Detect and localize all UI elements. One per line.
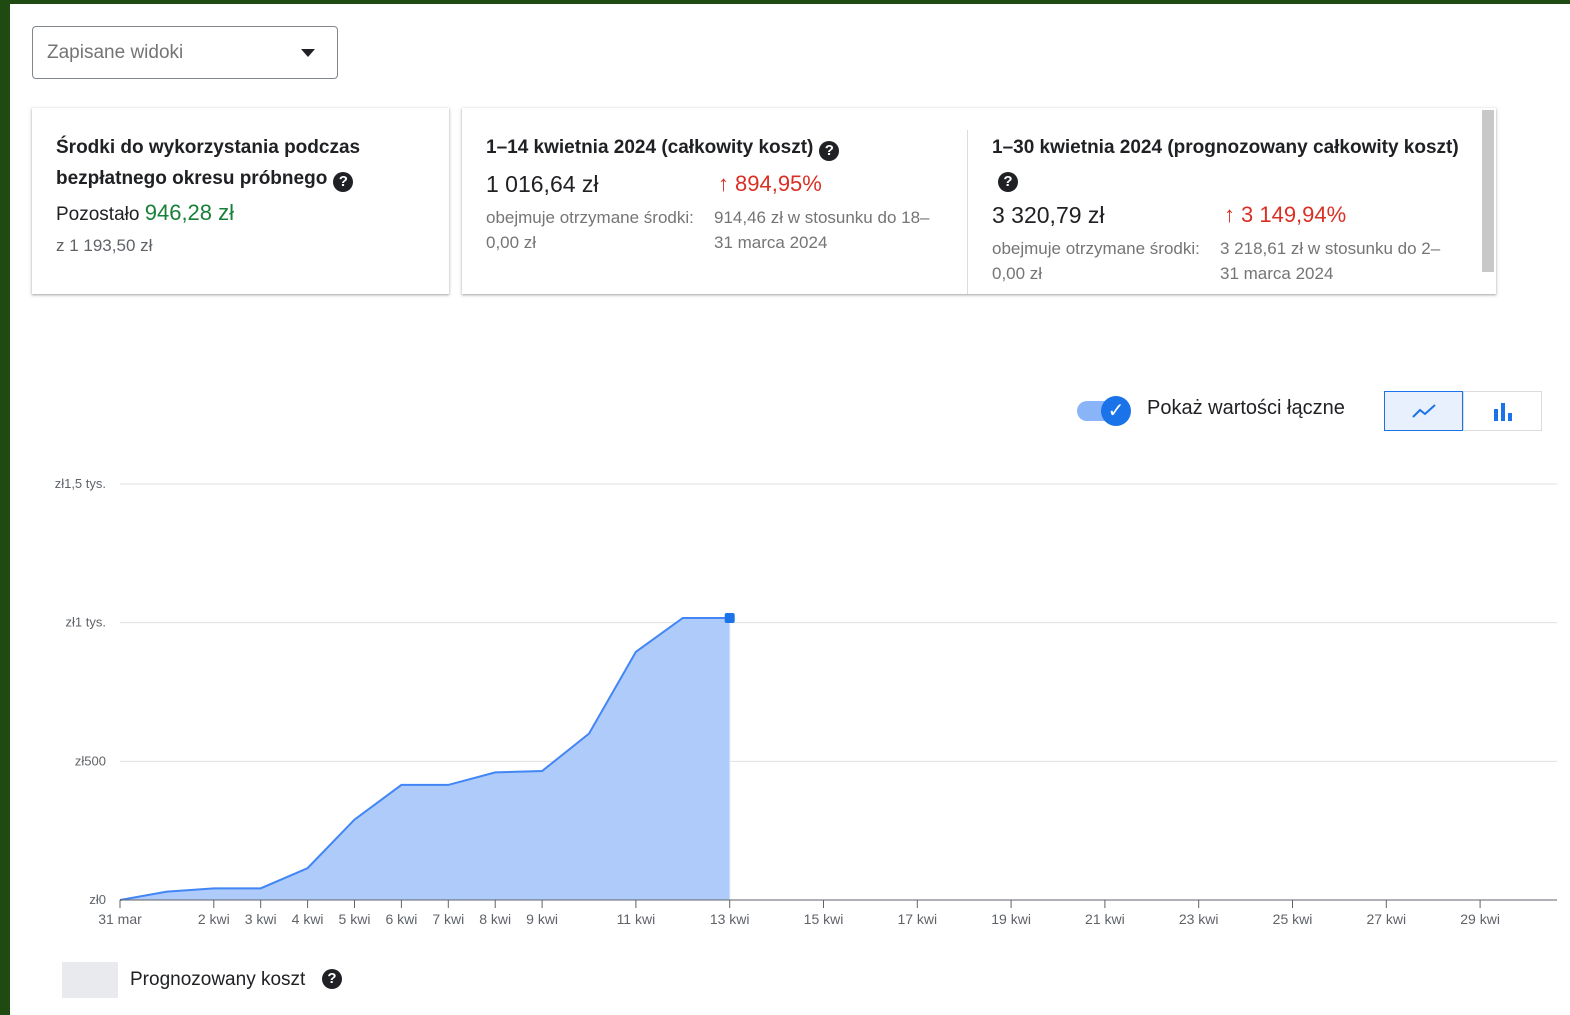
actual-cost-note: obejmuje otrzymane środki: 0,00 zł — [486, 208, 694, 252]
trial-credit-card: Środki do wykorzystania podczas bezpłatn… — [32, 108, 449, 294]
remaining-value: 946,28 zł — [144, 200, 235, 225]
help-icon[interactable]: ? — [998, 172, 1018, 192]
help-icon[interactable]: ? — [819, 141, 840, 161]
scrollbar[interactable] — [1482, 110, 1494, 272]
page: Zapisane widoki Środki do wykorzystania … — [10, 4, 1570, 1015]
forecast-cost-change: ↑ 3 149,94% — [1224, 202, 1346, 228]
cumulative-toggle-label: Pokaż wartości łączne — [1147, 397, 1345, 419]
x-tick-label: 13 kwi — [710, 911, 750, 927]
x-tick-label: 6 kwi — [385, 911, 417, 927]
forecast-cost-value: 3 320,79 zł — [992, 202, 1105, 228]
check-icon: ✓ — [1101, 396, 1131, 426]
x-tick-label: 17 kwi — [897, 911, 937, 927]
x-tick-label: 31 mar — [98, 911, 142, 927]
y-tick-label: zł0 — [89, 892, 106, 907]
actual-cost-metric: 1–14 kwietnia 2024 (całkowity koszt)? 1 … — [486, 132, 946, 257]
x-tick-label: 3 kwi — [245, 911, 277, 927]
actual-cost-title: 1–14 kwietnia 2024 (całkowity koszt)? — [486, 132, 946, 163]
legend-swatch — [62, 962, 118, 998]
x-tick-label: 7 kwi — [432, 911, 464, 927]
x-tick-label: 27 kwi — [1366, 911, 1406, 927]
x-tick-label: 15 kwi — [804, 911, 844, 927]
line-chart-icon — [1411, 404, 1436, 418]
forecast-cost-change-value: 3 149,94% — [1241, 202, 1347, 227]
y-tick-label: zł1,5 tys. — [55, 476, 106, 491]
x-tick-label: 23 kwi — [1179, 911, 1219, 927]
series-area — [120, 617, 730, 900]
help-icon[interactable]: ? — [322, 969, 342, 989]
cost-cards: 1–14 kwietnia 2024 (całkowity koszt)? 1 … — [462, 108, 1496, 294]
last-point-marker — [724, 612, 735, 623]
bar-view-button[interactable] — [1463, 391, 1542, 431]
x-tick-label: 21 kwi — [1085, 911, 1125, 927]
actual-cost-change-value: 894,95% — [735, 171, 822, 196]
x-tick-label: 25 kwi — [1273, 911, 1313, 927]
x-tick-label: 29 kwi — [1460, 911, 1500, 927]
remaining-label: Pozostało — [56, 204, 140, 225]
x-tick-label: 9 kwi — [526, 911, 558, 927]
cumulative-toggle[interactable]: ✓ — [1077, 396, 1133, 426]
forecast-cost-title: 1–30 kwietnia 2024 (prognozowany całkowi… — [992, 132, 1462, 194]
help-icon[interactable]: ? — [333, 172, 354, 192]
y-tick-label: zł1 tys. — [66, 615, 106, 630]
arrow-up-icon: ↑ — [718, 171, 729, 196]
forecast-cost-comparison: 3 218,61 zł w stosunku do 2–31 marca 202… — [1220, 239, 1441, 283]
line-view-button[interactable] — [1384, 391, 1463, 431]
x-tick-label: 19 kwi — [991, 911, 1031, 927]
actual-cost-comparison: 914,46 zł w stosunku do 18–31 marca 2024 — [714, 208, 930, 252]
x-tick-label: 5 kwi — [339, 911, 371, 927]
saved-views-dropdown[interactable]: Zapisane widoki — [32, 26, 338, 79]
trial-total: z 1 193,50 zł — [56, 236, 153, 255]
x-tick-label: 2 kwi — [198, 911, 230, 927]
x-tick-label: 8 kwi — [479, 911, 511, 927]
x-tick-label: 11 kwi — [617, 911, 656, 927]
actual-cost-title-text: 1–14 kwietnia 2024 (całkowity koszt) — [486, 137, 814, 158]
x-tick-label: 4 kwi — [292, 911, 324, 927]
cost-chart: zł0 zł500 zł1 tys. zł1,5 tys. 31 mar 2 kwi 3 k… — [55, 476, 1557, 927]
dropdown-arrow-icon — [301, 49, 315, 57]
trial-credit-title-text: Środki do wykorzystania podczas bezpłatn… — [56, 137, 361, 189]
actual-cost-value: 1 016,64 zł — [486, 171, 599, 197]
remaining-row: Pozostało 946,28 zł — [56, 200, 425, 226]
forecast-cost-title-text: 1–30 kwietnia 2024 (prognozowany całkowi… — [992, 137, 1459, 158]
chart-view-switch — [1384, 391, 1543, 431]
y-tick-label: zł500 — [75, 753, 106, 768]
arrow-up-icon: ↑ — [1224, 202, 1235, 227]
bar-chart-icon — [1493, 403, 1512, 421]
trial-credit-title: Środki do wykorzystania podczas bezpłatn… — [56, 132, 425, 194]
card-divider — [967, 130, 968, 294]
forecast-cost-note: obejmuje otrzymane środki: 0,00 zł — [992, 239, 1200, 283]
actual-cost-change: ↑ 894,95% — [718, 171, 822, 197]
legend-label: Prognozowany koszt — [130, 969, 306, 990]
saved-views-placeholder: Zapisane widoki — [47, 41, 184, 63]
forecast-cost-metric: 1–30 kwietnia 2024 (prognozowany całkowi… — [992, 132, 1462, 288]
